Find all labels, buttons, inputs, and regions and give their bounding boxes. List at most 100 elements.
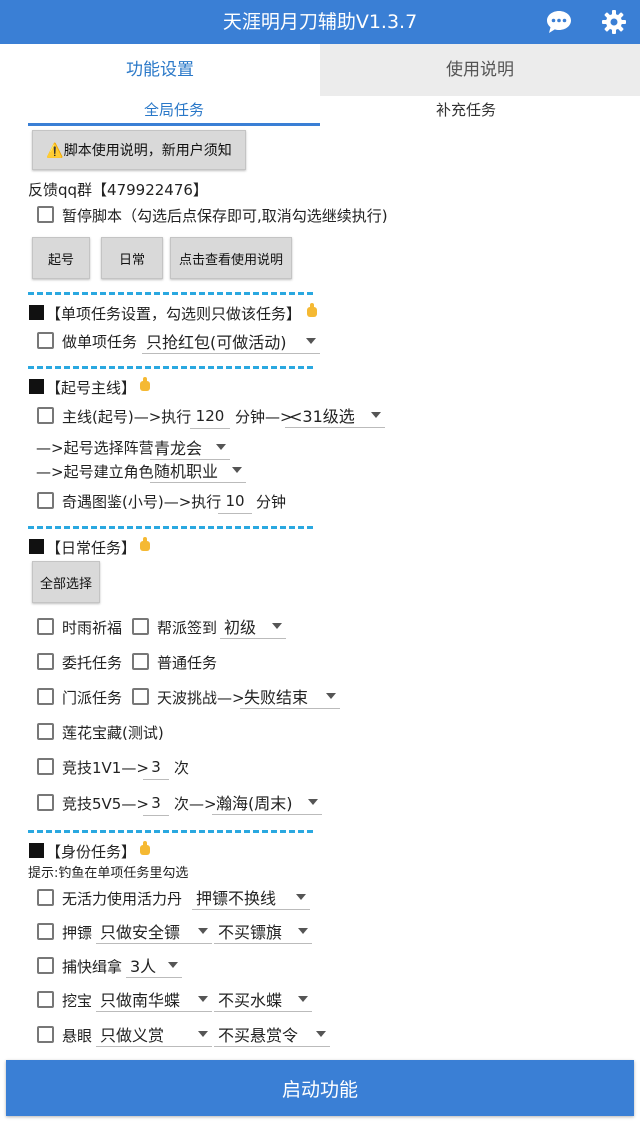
pause-label: 暂停脚本（勾选后点保存即可,取消勾选继续执行) <box>62 207 388 225</box>
buzhuo-label: 捕快缉拿 <box>62 958 123 976</box>
role-label: —>起号建立角色 <box>36 463 154 481</box>
yabiao-value-1: 只做安全镖 <box>100 922 181 942</box>
notice-button[interactable]: ⚠️脚本使用说明，新用户须知 <box>32 130 246 170</box>
tab-help[interactable]: 使用说明 <box>320 44 640 96</box>
main-unit-label: 分钟—> <box>235 408 293 426</box>
section-marker <box>29 843 44 858</box>
subtab-global[interactable]: 全局任务 <box>28 96 320 126</box>
chat-icon[interactable] <box>537 2 581 42</box>
xuanyan-label: 悬眼 <box>62 1027 93 1045</box>
tianbo-checkbox[interactable] <box>132 688 149 705</box>
jingji5-count-input[interactable]: 3 <box>143 790 169 816</box>
yabiao-select-2[interactable]: 不买镖旗 <box>214 918 312 944</box>
single-task-value: 只抢红包(可做活动) <box>146 332 287 352</box>
jingji1-count-input[interactable]: 3 <box>143 754 169 780</box>
buzhuo-select[interactable]: 3人 <box>126 952 182 978</box>
main-line-label: 主线(起号)—>执行 <box>62 408 192 426</box>
yabiao-checkbox[interactable] <box>37 923 54 940</box>
identity-header: 【身份任务】 <box>46 843 137 861</box>
divider <box>28 366 313 369</box>
yabiao-value-2: 不买镖旗 <box>218 922 283 942</box>
wuhuoli-label: 无活力使用活力丹 <box>62 890 183 908</box>
single-task-checkbox[interactable] <box>37 332 54 349</box>
jingji1-unit: 次 <box>174 759 190 777</box>
jingji1-label: 竞技1V1—> <box>62 759 149 777</box>
qq-group-text: 反馈qq群【479922476】 <box>28 181 208 199</box>
start-button[interactable]: 启动功能 <box>6 1060 634 1116</box>
putong-checkbox[interactable] <box>132 653 149 670</box>
xuanyan-value-2: 不买悬赏令 <box>218 1025 299 1045</box>
jingji1-checkbox[interactable] <box>37 758 54 775</box>
gear-icon[interactable] <box>592 2 636 42</box>
section-marker <box>29 539 44 554</box>
wuhuoli-checkbox[interactable] <box>37 889 54 906</box>
role-value: 随机职业 <box>154 461 219 481</box>
jingji5-unit: 次—> <box>174 795 217 813</box>
title-bar: 天涯明月刀辅助V1.3.7 <box>0 0 640 44</box>
qiyu-minutes-input[interactable]: 10 <box>218 488 252 514</box>
daily-header: 【日常任务】 <box>46 539 137 557</box>
wabao-select-2[interactable]: 不买水蝶 <box>214 986 312 1012</box>
jingji5-checkbox[interactable] <box>37 794 54 811</box>
qihao-button[interactable]: 起号 <box>32 237 90 279</box>
pointing-hand-icon <box>138 377 152 393</box>
main-level-value: <31级选 <box>289 406 355 426</box>
shiyu-checkbox[interactable] <box>37 618 54 635</box>
wuhuoli-select[interactable]: 押镖不换线 <box>192 884 310 910</box>
tianbo-label: 天波挑战—> <box>157 689 245 707</box>
pause-checkbox[interactable] <box>37 206 54 223</box>
menpai-checkbox[interactable] <box>37 688 54 705</box>
putong-label: 普通任务 <box>157 654 218 672</box>
divider <box>28 526 313 529</box>
qiyu-checkbox[interactable] <box>37 492 54 509</box>
jingji5-map-value: 瀚海(周末) <box>216 793 293 813</box>
divider <box>28 292 313 295</box>
pointing-hand-icon <box>138 841 152 857</box>
wabao-value-1: 只做南华蝶 <box>100 990 181 1010</box>
section-marker <box>29 379 44 394</box>
single-task-label: 做单项任务 <box>62 333 138 351</box>
lianhua-checkbox[interactable] <box>37 723 54 740</box>
xuanyan-checkbox[interactable] <box>37 1026 54 1043</box>
bangpai-level-select[interactable]: 初级 <box>220 613 286 639</box>
weituo-label: 委托任务 <box>62 654 123 672</box>
pointing-hand-icon <box>305 303 319 319</box>
jingji5-map-select[interactable]: 瀚海(周末) <box>212 789 322 815</box>
sub-tabs: 全局任务 补充任务 <box>0 96 640 126</box>
role-select[interactable]: 随机职业 <box>150 457 246 483</box>
subtab-extra[interactable]: 补充任务 <box>320 96 612 126</box>
richang-button[interactable]: 日常 <box>101 237 163 279</box>
wabao-value-2: 不买水蝶 <box>218 990 283 1010</box>
tab-settings[interactable]: 功能设置 <box>0 44 320 96</box>
qihao-header: 【起号主线】 <box>46 379 137 397</box>
wuhuoli-value: 押镖不换线 <box>196 888 277 908</box>
main-level-select[interactable]: <31级选 <box>285 402 385 428</box>
bangpai-label: 帮派签到 <box>157 619 218 637</box>
single-header: 【单项任务设置，勾选则只做该任务】 <box>46 305 302 323</box>
xuanyan-value-1: 只做义赏 <box>100 1025 165 1045</box>
wabao-select-1[interactable]: 只做南华蝶 <box>96 986 212 1012</box>
buzhuo-value: 3人 <box>130 956 157 976</box>
main-minutes-input[interactable]: 120 <box>190 403 230 429</box>
main-line-checkbox[interactable] <box>37 407 54 424</box>
wabao-label: 挖宝 <box>62 992 93 1010</box>
xuanyan-select-1[interactable]: 只做义赏 <box>96 1021 212 1047</box>
bangpai-level-value: 初级 <box>224 617 257 637</box>
pointing-hand-icon <box>138 537 152 553</box>
tianbo-select[interactable]: 失败结束 <box>240 683 340 709</box>
bangpai-checkbox[interactable] <box>132 618 149 635</box>
yabiao-select-1[interactable]: 只做安全镖 <box>96 918 212 944</box>
identity-tip: 提示:钓鱼在单项任务里勾选 <box>28 866 189 881</box>
xuanyan-select-2[interactable]: 不买悬赏令 <box>214 1021 330 1047</box>
section-marker <box>29 305 44 320</box>
buzhuo-checkbox[interactable] <box>37 957 54 974</box>
weituo-checkbox[interactable] <box>37 653 54 670</box>
yabiao-label: 押镖 <box>62 924 93 942</box>
camp-value: 青龙会 <box>154 438 203 458</box>
select-all-button[interactable]: 全部选择 <box>32 561 100 603</box>
help-button[interactable]: 点击查看使用说明 <box>170 237 292 279</box>
divider <box>28 830 313 833</box>
single-task-select[interactable]: 只抢红包(可做活动) <box>142 328 320 354</box>
menpai-label: 门派任务 <box>62 689 123 707</box>
wabao-checkbox[interactable] <box>37 991 54 1008</box>
